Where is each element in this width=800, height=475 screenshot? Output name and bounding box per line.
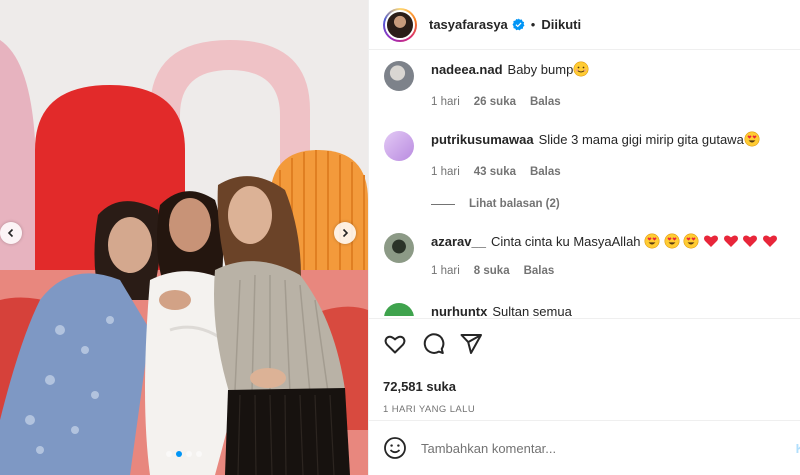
carousel-prev-button[interactable] [0,222,22,244]
view-replies-button[interactable]: Lihat balasan (2) [431,198,560,210]
post-comment-button[interactable]: K [796,441,800,456]
comment-item: nurhuntx Sultan semua [384,303,572,316]
author-avatar[interactable] [383,7,417,42]
commenter-avatar[interactable] [384,61,414,91]
comment-text: Slide 3 mama gigi mirip gita gutawa [538,132,744,147]
author-username[interactable]: tasyafarasya [429,17,508,32]
comment-likes[interactable]: 43 suka [474,166,516,178]
comment-text: Baby bump [507,62,574,77]
heart-icon[interactable] [383,332,407,356]
heart-eyes-emoji-icon [683,233,699,249]
comment-meta: 1 hari 8 suka Balas [431,265,778,277]
emoji-sequence [644,233,778,249]
reply-button[interactable]: Balas [530,166,561,178]
likes-count[interactable]: 72,581 suka [383,379,787,394]
post-actions: 72,581 suka 1 HARI YANG LALU [369,318,800,415]
header-separator: • [530,17,536,32]
comment-time[interactable]: 1 hari [431,265,460,277]
comment-text: Cinta cinta ku MasyaAllah [490,234,641,249]
commenter-username[interactable]: nadeea.nad [431,62,503,77]
heart-eyes-emoji-icon [744,131,760,152]
red-heart-emoji-icon [743,235,758,247]
post-header: tasyafarasya • Diikuti [369,0,800,50]
heart-eyes-emoji-icon [644,233,660,249]
carousel-indicator [0,451,368,457]
comment-item: nadeea.nad Baby bump 1 hari 26 suka Balas [384,61,589,108]
following-button[interactable]: Diikuti [541,17,581,32]
carousel-dot [196,451,202,457]
carousel-next-button[interactable] [334,222,356,244]
post-side-panel: tasyafarasya • Diikuti nadeea.nad Baby bu… [368,0,800,475]
carousel-dot [176,451,182,457]
commenter-username[interactable]: putrikusumawaa [431,132,534,147]
share-icon[interactable] [459,332,483,356]
replies-divider [431,203,455,205]
verified-badge-icon [512,18,525,31]
commenter-username[interactable]: nurhuntx [431,304,487,316]
commenter-avatar[interactable] [384,303,414,316]
comment-time[interactable]: 1 hari [431,96,460,108]
comment-likes[interactable]: 8 suka [474,265,510,277]
reply-button[interactable]: Balas [524,265,555,277]
commenter-avatar[interactable] [384,233,414,263]
red-heart-emoji-icon [762,235,777,247]
comment-input[interactable] [421,440,771,456]
comment-meta: 1 hari 26 suka Balas [431,96,589,108]
comments-list[interactable]: nadeea.nad Baby bump 1 hari 26 suka Balas… [369,51,800,316]
add-comment-bar: K [369,420,800,475]
chevron-left-icon [7,228,14,238]
carousel-dot [186,451,192,457]
smiling-face-emoji-icon [573,61,589,82]
comment-meta: 1 hari 43 suka Balas [431,166,760,178]
carousel-dot [166,451,172,457]
emoji-icon[interactable] [383,436,407,460]
heart-eyes-emoji-icon [664,233,680,249]
commenter-username[interactable]: azarav__ [431,234,486,249]
red-heart-emoji-icon [704,235,719,247]
comment-text: Sultan semua [492,304,572,316]
comment-item: azarav__ Cinta cinta ku MasyaAllah 1 hari… [384,233,778,277]
comment-time[interactable]: 1 hari [431,166,460,178]
comment-likes[interactable]: 26 suka [474,96,516,108]
comment-icon[interactable] [421,332,445,356]
commenter-avatar[interactable] [384,131,414,161]
comment-item: putrikusumawaa Slide 3 mama gigi mirip gi… [384,131,760,178]
view-replies-label: Lihat balasan (2) [469,198,560,210]
reply-button[interactable]: Balas [530,96,561,108]
post-photo [0,0,368,475]
red-heart-emoji-icon [723,235,738,247]
chevron-right-icon [342,228,349,238]
post-timestamp[interactable]: 1 HARI YANG LALU [383,404,787,415]
post-media[interactable] [0,0,368,475]
